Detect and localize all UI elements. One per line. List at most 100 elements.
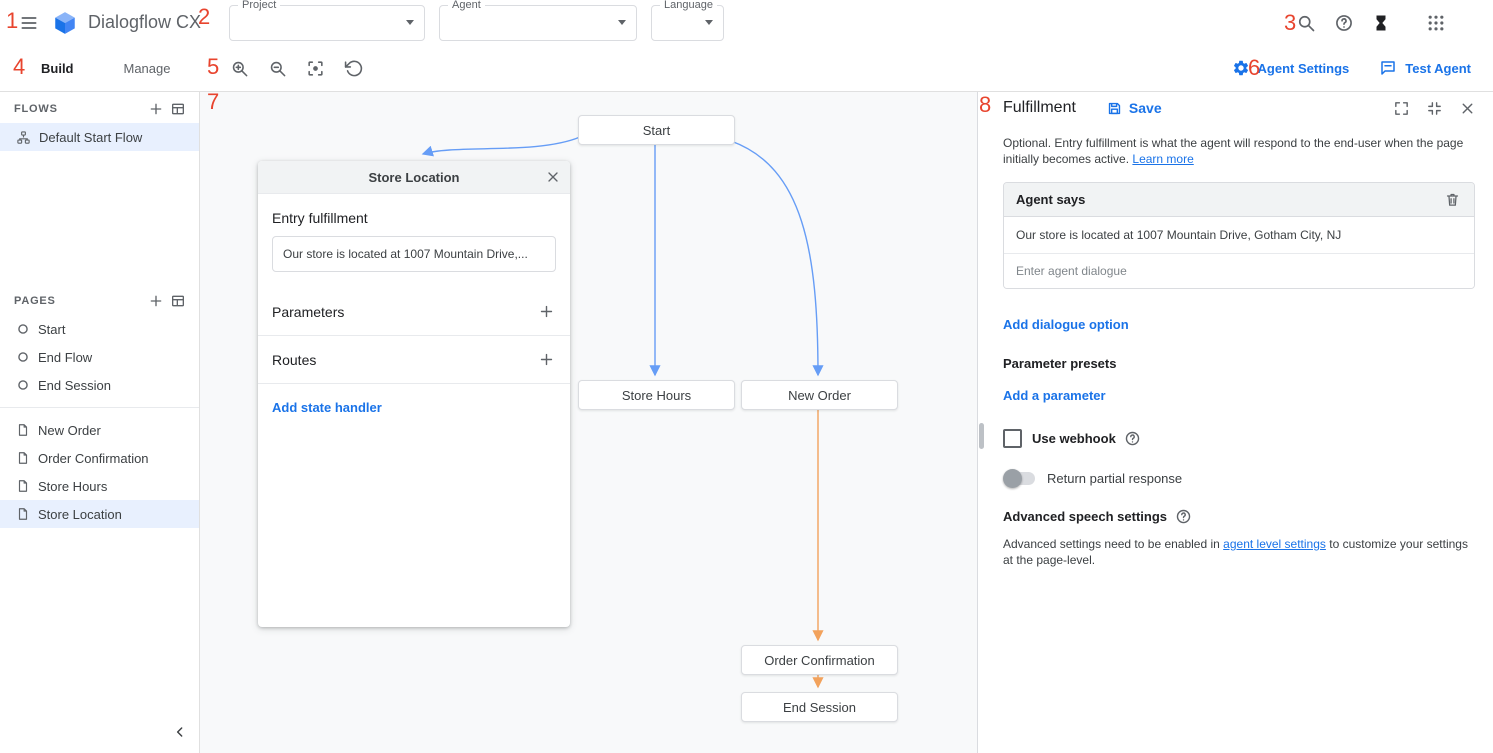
search-icon (1296, 13, 1316, 33)
flow-node-order-confirmation[interactable]: Order Confirmation (741, 645, 898, 675)
parameters-label: Parameters (272, 304, 344, 320)
circle-page-icon (16, 378, 30, 392)
page-item-start[interactable]: Start (0, 315, 199, 343)
store-location-card-header: Store Location (258, 161, 570, 194)
flow-node-end-session[interactable]: End Session (741, 692, 898, 722)
canvas-tools (225, 54, 368, 83)
card-add-parameter-button[interactable] (533, 298, 560, 325)
flow-node-new-order[interactable]: New Order (741, 380, 898, 410)
page-item-end-flow[interactable]: End Flow (0, 343, 199, 371)
test-agent-button[interactable]: Test Agent (1379, 59, 1471, 77)
flow-node-store-hours[interactable]: Store Hours (578, 380, 735, 410)
return-partial-response-toggle[interactable] (1005, 472, 1035, 485)
reset-view-button[interactable] (339, 54, 368, 83)
delete-agent-says-button[interactable] (1439, 186, 1466, 213)
agent-dialogue-text[interactable]: Our store is located at 1007 Mountain Dr… (1004, 217, 1474, 254)
toolbar-actions: Agent Settings Test Agent (1232, 59, 1493, 77)
close-icon (1459, 100, 1476, 117)
flow-item-default-start-flow[interactable]: Default Start Flow (0, 123, 199, 151)
use-webhook-checkbox[interactable] (1003, 429, 1022, 448)
close-panel-button[interactable] (1454, 95, 1481, 122)
use-webhook-help-icon[interactable] (1124, 430, 1141, 447)
pages-list-view-button[interactable] (167, 290, 189, 312)
flow-canvas[interactable]: Start Store Hours New Order Order Confir… (199, 91, 978, 753)
resize-handle[interactable] (979, 423, 984, 449)
shrink-panel-button[interactable] (1421, 95, 1448, 122)
add-dialogue-option-link[interactable]: Add dialogue option (1003, 317, 1129, 332)
learn-more-link[interactable]: Learn more (1132, 152, 1193, 166)
annotation-6: 6 (1248, 58, 1260, 78)
agent-level-settings-link[interactable]: agent level settings (1223, 537, 1326, 551)
activity-button[interactable] (1367, 9, 1395, 37)
trash-icon (1444, 191, 1461, 208)
annotation-5: 5 (207, 57, 219, 77)
dialogflow-cx-app: Dialogflow CX Project Agent Language (0, 0, 1493, 753)
chat-icon (1379, 59, 1397, 77)
add-flow-button[interactable] (145, 98, 167, 120)
card-add-route-button[interactable] (533, 346, 560, 373)
page-item-store-location[interactable]: Store Location (0, 500, 199, 528)
app-header: Dialogflow CX Project Agent Language (0, 0, 1493, 46)
zoom-in-button[interactable] (225, 54, 254, 83)
fulfillment-panel-header: Fulfillment Save (985, 91, 1493, 125)
menu-button[interactable] (14, 8, 44, 38)
page-item-store-hours[interactable]: Store Hours (0, 472, 199, 500)
flows-list-view-button[interactable] (167, 98, 189, 120)
dropdown-arrow-icon (705, 20, 713, 25)
page-item-label: Store Hours (38, 479, 107, 494)
page-icon (16, 423, 30, 437)
agent-dialogue-input[interactable] (1004, 254, 1474, 288)
store-location-card: Store Location Entry fulfillment Our sto… (258, 161, 570, 627)
page-item-order-confirmation[interactable]: Order Confirmation (0, 444, 199, 472)
page-icon (16, 451, 30, 465)
flow-item-label: Default Start Flow (39, 130, 142, 145)
dropdown-arrow-icon (406, 20, 414, 25)
center-focus-button[interactable] (301, 54, 330, 83)
close-card-button[interactable] (540, 164, 566, 190)
advanced-settings-note: Advanced settings need to be enabled in … (1003, 536, 1475, 568)
page-item-new-order[interactable]: New Order (0, 416, 199, 444)
sidebar-divider (0, 407, 199, 408)
parameters-row[interactable]: Parameters (258, 288, 570, 336)
annotation-1: 1 (6, 11, 18, 31)
close-icon (545, 169, 561, 185)
entry-fulfillment-preview[interactable]: Our store is located at 1007 Mountain Dr… (272, 236, 556, 272)
reset-view-icon (344, 59, 363, 78)
routes-row[interactable]: Routes (258, 336, 570, 384)
parameter-presets-title: Parameter presets (1003, 356, 1475, 371)
page-item-end-session[interactable]: End Session (0, 371, 199, 399)
agent-says-title: Agent says (1016, 192, 1085, 207)
table-view-icon (170, 101, 186, 117)
app-title: Dialogflow CX (88, 12, 201, 33)
page-item-label: New Order (38, 423, 101, 438)
project-select[interactable]: Project (229, 5, 425, 41)
fulfillment-panel: Fulfillment Save Optional. Entry fulfill… (985, 91, 1493, 753)
page-item-label: End Session (38, 378, 111, 393)
circle-page-icon (16, 350, 30, 364)
panel-header-actions (1388, 95, 1481, 122)
save-button[interactable]: Save (1106, 100, 1162, 117)
header-actions (1291, 8, 1493, 38)
connector-start-to-store-location (423, 137, 580, 154)
tab-build[interactable]: Build (16, 45, 99, 91)
store-location-card-title: Store Location (368, 170, 459, 185)
advanced-speech-settings-help-icon[interactable] (1175, 508, 1192, 525)
use-webhook-row: Use webhook (1003, 429, 1475, 448)
expand-panel-button[interactable] (1388, 95, 1415, 122)
tab-manage[interactable]: Manage (99, 45, 196, 91)
routes-label: Routes (272, 352, 316, 368)
agent-select[interactable]: Agent (439, 5, 637, 41)
flow-node-start[interactable]: Start (578, 115, 735, 145)
collapse-sidebar-button[interactable] (167, 719, 193, 745)
sidebar: FLOWS Default Start Flow PAGES (0, 91, 200, 753)
help-button[interactable] (1329, 8, 1359, 38)
gear-icon (1232, 59, 1250, 77)
language-select[interactable]: Language (651, 5, 724, 41)
add-state-handler-link[interactable]: Add state handler (272, 400, 382, 415)
apps-grid-button[interactable] (1421, 8, 1451, 38)
pages-title: PAGES (14, 295, 56, 307)
add-page-button[interactable] (145, 290, 167, 312)
zoom-out-button[interactable] (263, 54, 292, 83)
page-item-label: Order Confirmation (38, 451, 149, 466)
add-parameter-link[interactable]: Add a parameter (1003, 388, 1106, 403)
